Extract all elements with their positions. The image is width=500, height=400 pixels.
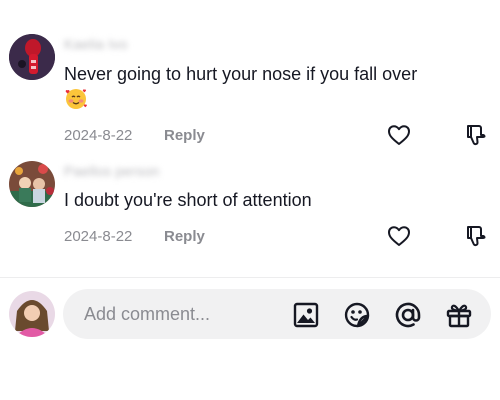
mention-icon[interactable]: [394, 301, 422, 329]
comment-date: 2024-8-22: [64, 228, 133, 245]
thumbs-down-icon[interactable]: [465, 224, 487, 253]
gift-icon[interactable]: [445, 301, 473, 329]
image-icon[interactable]: [292, 301, 320, 329]
comment-input-placeholder: Add comment...: [84, 304, 211, 324]
comment-text: I doubt you're short of attention: [64, 190, 312, 210]
comment-input[interactable]: Add comment...: [63, 289, 491, 339]
username[interactable]: Paellos person: [64, 163, 159, 179]
divider: [0, 277, 500, 278]
comment-composer: Add comment...: [0, 283, 500, 343]
comment-item: Paellos person I doubt you're short of a…: [0, 0, 500, 260]
user-avatar[interactable]: [9, 291, 55, 337]
emoji-sticker-icon[interactable]: [343, 301, 371, 329]
reply-button[interactable]: Reply: [164, 228, 205, 245]
avatar[interactable]: [9, 161, 55, 207]
heart-outline-icon[interactable]: [387, 225, 411, 252]
